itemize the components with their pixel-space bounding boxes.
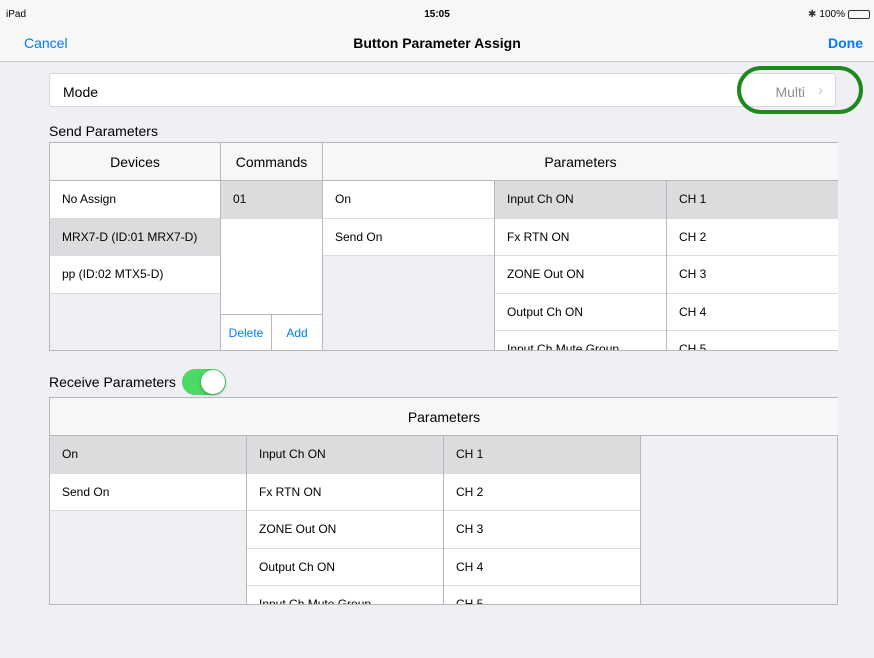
receive-type-item[interactable]: On [50,436,246,474]
receive-type-list: On Send On [50,436,247,604]
delete-button[interactable]: Delete [221,315,272,350]
page-title: Button Parameter Assign [353,35,521,51]
receive-parameters-table: Parameters On Send On Input Ch ON Fx RTN… [49,397,838,605]
devices-column: Devices No Assign MRX7-D (ID:01 MRX7-D) … [50,143,221,350]
receive-name-item[interactable]: Input Ch Mute Group [247,586,443,604]
mode-label: Mode [63,84,99,100]
channel-item[interactable]: CH 1 [667,181,838,219]
receive-name-item[interactable]: Fx RTN ON [247,473,443,511]
receive-parameters-header: Parameters [50,398,838,436]
devices-header: Devices [50,143,220,181]
receive-channel-item[interactable]: CH 4 [444,548,640,586]
receive-name-item[interactable]: Output Ch ON [247,548,443,586]
battery-icon [848,10,870,19]
bluetooth-icon: ✱ [808,9,817,20]
command-buttons: Delete Add [221,314,322,350]
status-time: 15:05 [424,9,450,20]
status-right: ✱ 100% [808,9,870,20]
navigation-bar: Cancel Button Parameter Assign Done [0,20,874,62]
mode-row[interactable]: Mode Multi › [49,73,836,107]
receive-channel-item[interactable]: CH 2 [444,473,640,511]
parameters-name-list: Input Ch ON Fx RTN ON ZONE Out ON Output… [495,181,667,350]
receive-type-item[interactable]: Send On [50,473,246,511]
receive-name-item[interactable]: ZONE Out ON [247,511,443,549]
channel-item[interactable]: CH 2 [667,218,838,256]
receive-channel-item[interactable]: CH 1 [444,436,640,474]
channel-item[interactable]: CH 5 [667,331,838,350]
parameter-type-item[interactable]: On [323,181,494,219]
parameter-type-item[interactable]: Send On [323,218,494,256]
commands-column: Commands 01 Delete Add [221,143,323,350]
receive-channel-item[interactable]: CH 3 [444,511,640,549]
done-button[interactable]: Done [828,35,863,51]
device-item-selected[interactable]: MRX7-D (ID:01 MRX7-D) [50,218,220,256]
channel-item[interactable]: CH 4 [667,293,838,331]
receive-name-list: Input Ch ON Fx RTN ON ZONE Out ON Output… [247,436,444,604]
parameter-name-item[interactable]: Input Ch Mute Group [495,331,666,350]
receive-parameters-label: Receive Parameters [49,373,176,390]
commands-header: Commands [221,143,322,181]
chevron-right-icon: › [818,82,823,99]
battery-percent: 100% [819,9,845,20]
parameter-name-item[interactable]: Input Ch ON [495,181,666,219]
receive-channel-list: CH 1 CH 2 CH 3 CH 4 CH 5 [444,436,641,604]
receive-parameters-row: Receive Parameters [49,366,226,397]
receive-parameters-column: Parameters On Send On Input Ch ON Fx RTN… [50,398,838,604]
status-bar: iPad 15:05 ✱ 100% [0,0,874,20]
command-item[interactable]: 01 [221,181,322,219]
device-item[interactable]: pp (ID:02 MTX5-D) [50,256,220,294]
parameter-name-item[interactable]: Output Ch ON [495,293,666,331]
receive-parameters-toggle[interactable] [181,368,226,395]
device-item[interactable]: No Assign [50,181,220,219]
add-button[interactable]: Add [272,315,322,350]
parameters-channel-list: CH 1 CH 2 CH 3 CH 4 CH 5 [667,181,838,350]
parameters-column: Parameters On Send On Input Ch ON Fx RTN… [323,143,838,350]
parameters-type-list: On Send On [323,181,495,350]
send-parameters-table: Devices No Assign MRX7-D (ID:01 MRX7-D) … [49,142,838,351]
channel-item[interactable]: CH 3 [667,256,838,294]
parameter-name-item[interactable]: Fx RTN ON [495,218,666,256]
parameter-name-item[interactable]: ZONE Out ON [495,256,666,294]
parameters-header: Parameters [323,143,838,181]
mode-value[interactable]: Multi [775,84,805,100]
receive-channel-item[interactable]: CH 5 [444,586,640,604]
receive-name-item[interactable]: Input Ch ON [247,436,443,474]
send-parameters-label: Send Parameters [49,123,158,139]
